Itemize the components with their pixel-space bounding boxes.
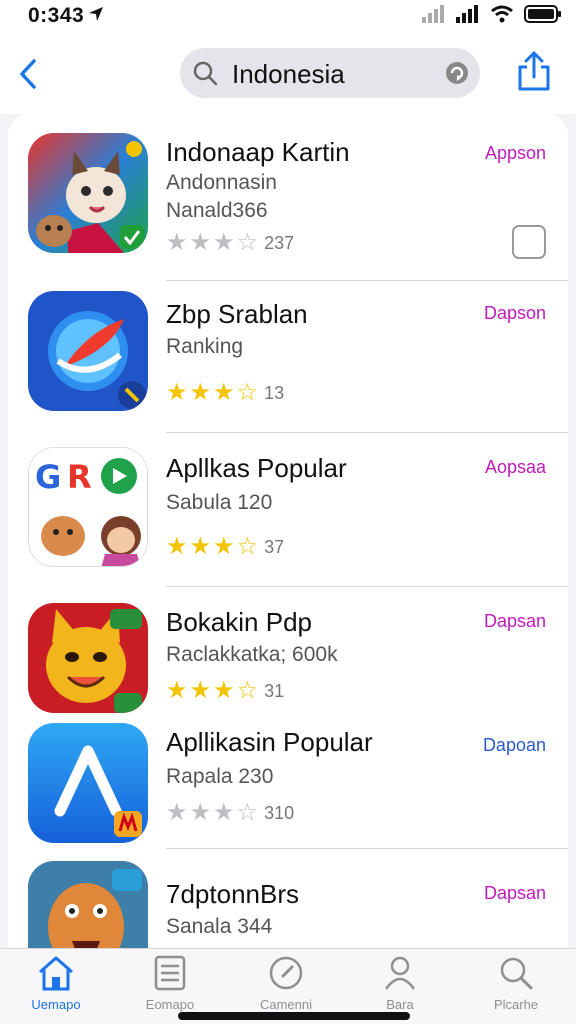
compass-icon	[269, 956, 303, 990]
app-list: Indonaap Kartin Andonnasin Nanald366 ★ ★…	[8, 113, 568, 973]
star-icon: ★	[213, 379, 235, 406]
app-name: Indonaap Kartin	[166, 137, 350, 167]
get-button[interactable]: Dapsan	[484, 611, 546, 632]
get-button[interactable]: Dapson	[484, 303, 546, 324]
list-item[interactable]: Apllikasin Popular Rapala 230 ★ ★ ★ ☆ 31…	[8, 703, 568, 849]
star-rating: ★ ★ ★ ☆ 37	[166, 535, 284, 559]
star-half-icon: ☆	[236, 379, 259, 406]
signal-weak-icon	[422, 5, 444, 23]
star-icon: ★	[189, 533, 212, 560]
app-subtitle: Sanala 344	[166, 915, 273, 938]
list-item[interactable]: Bokakin Pdp Raclakkatka; 600k ★ ★ ★ ☆ 31…	[8, 587, 568, 713]
share-icon	[518, 51, 550, 91]
star-icon: ★	[166, 229, 188, 256]
wifi-icon	[491, 5, 513, 23]
search-query: Indonesia	[232, 59, 345, 89]
rating-count: 37	[264, 536, 285, 557]
tab-label: Uemapo	[31, 997, 81, 1012]
battery-icon	[524, 5, 561, 23]
get-button[interactable]: Dapsan	[484, 883, 546, 904]
app-icon-gr-chat: G R	[28, 447, 148, 567]
list-icon	[154, 955, 186, 991]
app-name: Bokakin Pdp	[166, 607, 312, 637]
app-icon-yellow-cat	[28, 603, 148, 713]
star-rating: ★ ★ ★ ☆ 237	[166, 231, 294, 255]
person-icon	[384, 956, 416, 990]
star-icon: ★	[213, 799, 235, 826]
app-subtitle: Andonnasin	[166, 171, 277, 194]
get-button[interactable]: Dapoan	[483, 735, 546, 756]
app-subtitle: Rapala 230	[166, 765, 274, 788]
home-icon	[39, 956, 73, 991]
status-bar: 0:343	[0, 0, 576, 34]
app-icon-blue-ball	[28, 291, 148, 411]
list-item[interactable]: Zbp Srablan Ranking ★ ★ ★ ☆ 13 Dapson	[8, 281, 568, 433]
svg-text:R: R	[67, 458, 92, 496]
tab-label: Camenni	[259, 997, 313, 1012]
star-half-icon: ☆	[236, 533, 259, 560]
star-icon: ★	[166, 677, 188, 704]
list-item[interactable]: G R Apllkas Popular Sabula 120 ★ ★ ★ ☆ 3…	[8, 433, 568, 587]
refresh-icon[interactable]	[444, 60, 470, 86]
get-button[interactable]: Appson	[485, 143, 546, 164]
app-icon-cat	[28, 133, 148, 253]
rating-count: 31	[264, 680, 285, 701]
star-icon: ★	[213, 677, 235, 704]
app-name: Zbp Srablan	[166, 299, 308, 329]
download-badge-icon[interactable]	[512, 225, 546, 259]
app-subtitle: Ranking	[166, 335, 244, 358]
star-icon: ★	[213, 533, 235, 560]
signal-icon	[456, 5, 478, 23]
star-icon: ★	[189, 799, 212, 826]
svg-text:G: G	[35, 458, 61, 496]
star-icon: ★	[213, 229, 235, 256]
star-icon: ★	[166, 379, 188, 406]
app-name: Apllikasin Popular	[166, 727, 373, 757]
star-icon: ★	[189, 229, 212, 256]
app-name: Apllkas Popular	[166, 453, 347, 483]
home-indicator[interactable]	[178, 1012, 410, 1020]
app-subtitle: Raclakkatka; 600k	[166, 643, 338, 666]
app-name: 7dptonnBrs	[166, 879, 299, 909]
search-icon	[193, 61, 218, 86]
star-icon: ★	[189, 379, 212, 406]
app-subtitle-secondary: Nanald366	[166, 199, 268, 222]
star-half-icon: ☆	[236, 677, 259, 704]
star-half-icon: ☆	[236, 799, 259, 826]
status-time: 0:343	[28, 4, 85, 27]
rating-count: 13	[264, 382, 285, 403]
star-icon: ★	[166, 799, 188, 826]
chevron-left-icon	[20, 59, 36, 89]
tab-home[interactable]: Uemapo	[8, 955, 104, 1021]
search-icon	[500, 957, 533, 990]
star-rating: ★ ★ ★ ☆ 310	[166, 801, 294, 825]
rating-count: 310	[264, 802, 295, 823]
tab-label: Plcarhe	[493, 997, 539, 1012]
tab-label: Eomapo	[145, 997, 195, 1012]
search-field[interactable]: Indonesia	[180, 48, 480, 98]
back-button[interactable]	[12, 54, 44, 94]
list-item[interactable]: Indonaap Kartin Andonnasin Nanald366 ★ ★…	[8, 113, 568, 281]
tab-label: Bara	[386, 997, 414, 1012]
app-subtitle: Sabula 120	[166, 491, 273, 514]
app-icon-blue-a	[28, 723, 148, 843]
tab-search[interactable]: Plcarhe	[468, 955, 564, 1021]
share-button[interactable]	[514, 48, 554, 94]
status-icons	[422, 5, 562, 23]
star-rating: ★ ★ ★ ☆ 13	[166, 381, 284, 405]
star-icon: ★	[189, 677, 212, 704]
get-button[interactable]: Aopsaa	[485, 457, 546, 478]
nav-bar: Indonesia	[0, 34, 576, 114]
star-half-icon: ☆	[236, 229, 259, 256]
location-arrow-icon	[89, 7, 103, 21]
star-rating: ★ ★ ★ ☆ 31	[166, 679, 284, 703]
rating-count: 237	[264, 232, 295, 253]
star-icon: ★	[166, 533, 188, 560]
